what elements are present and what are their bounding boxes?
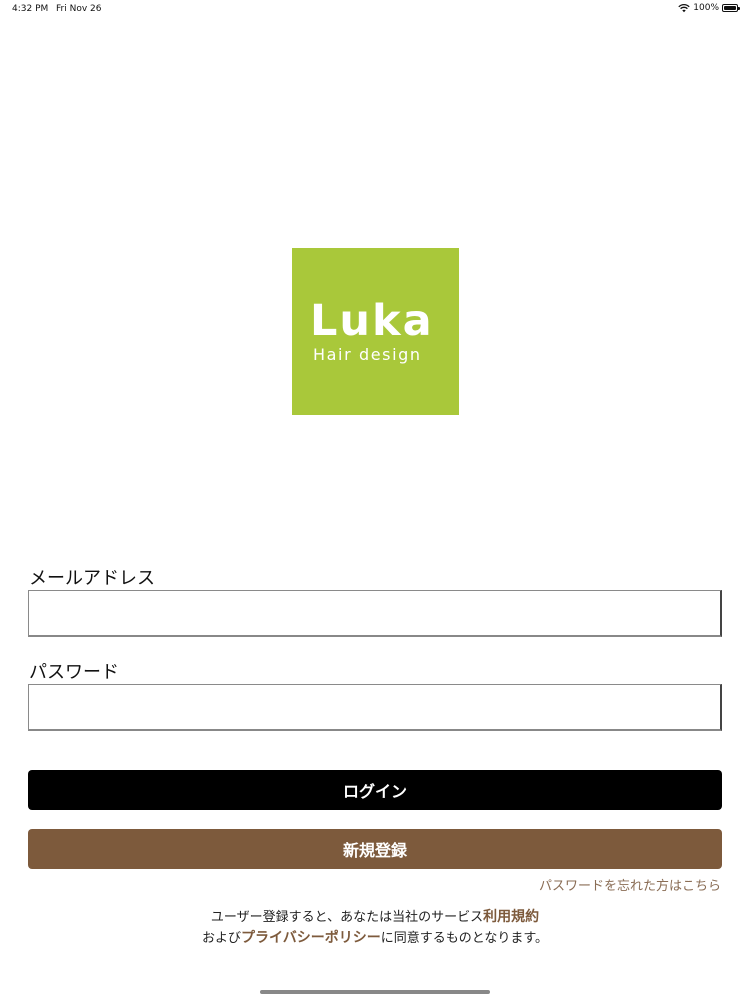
email-input[interactable] [28,590,722,637]
terms-of-service-link[interactable]: 利用規約 [483,909,539,925]
forgot-password-link[interactable]: パスワードを忘れた方はこちら [539,875,721,894]
terms-text-1: ユーザー登録すると、あなたは当社のサービス [210,910,484,925]
terms-line-1: ユーザー登録すると、あなたは当社のサービス利用規約 [0,907,750,928]
password-label: パスワード [29,662,119,683]
terms-text-2: および [201,931,241,946]
login-button[interactable]: ログイン [28,770,722,810]
battery-percent: 100% [693,3,719,13]
wifi-icon [678,3,690,13]
status-indicators: 100% [678,3,740,13]
battery-icon [722,4,740,12]
terms-text-3: に同意するものとなります。 [380,931,549,946]
status-date: Fri Nov 26 [56,4,102,14]
terms-line-2: およびプライバシーポリシーに同意するものとなります。 [0,928,750,949]
status-bar: 4:32 PM Fri Nov 26 100% [0,0,750,20]
home-indicator[interactable] [260,990,490,994]
terms-notice: ユーザー登録すると、あなたは当社のサービス利用規約 およびプライバシーポリシーに… [0,907,750,949]
logo-subtitle: Hair design [313,345,422,364]
privacy-policy-link[interactable]: プライバシーポリシー [241,930,381,946]
register-button[interactable]: 新規登録 [28,829,722,869]
password-input[interactable] [28,684,722,731]
brand-logo: Luka Hair design [292,248,459,415]
email-label: メールアドレス [29,568,155,589]
login-screen: 4:32 PM Fri Nov 26 100% Luka Hair design… [0,0,750,1000]
status-time: 4:32 PM [12,4,49,14]
logo-wordmark: Luka [310,296,434,346]
